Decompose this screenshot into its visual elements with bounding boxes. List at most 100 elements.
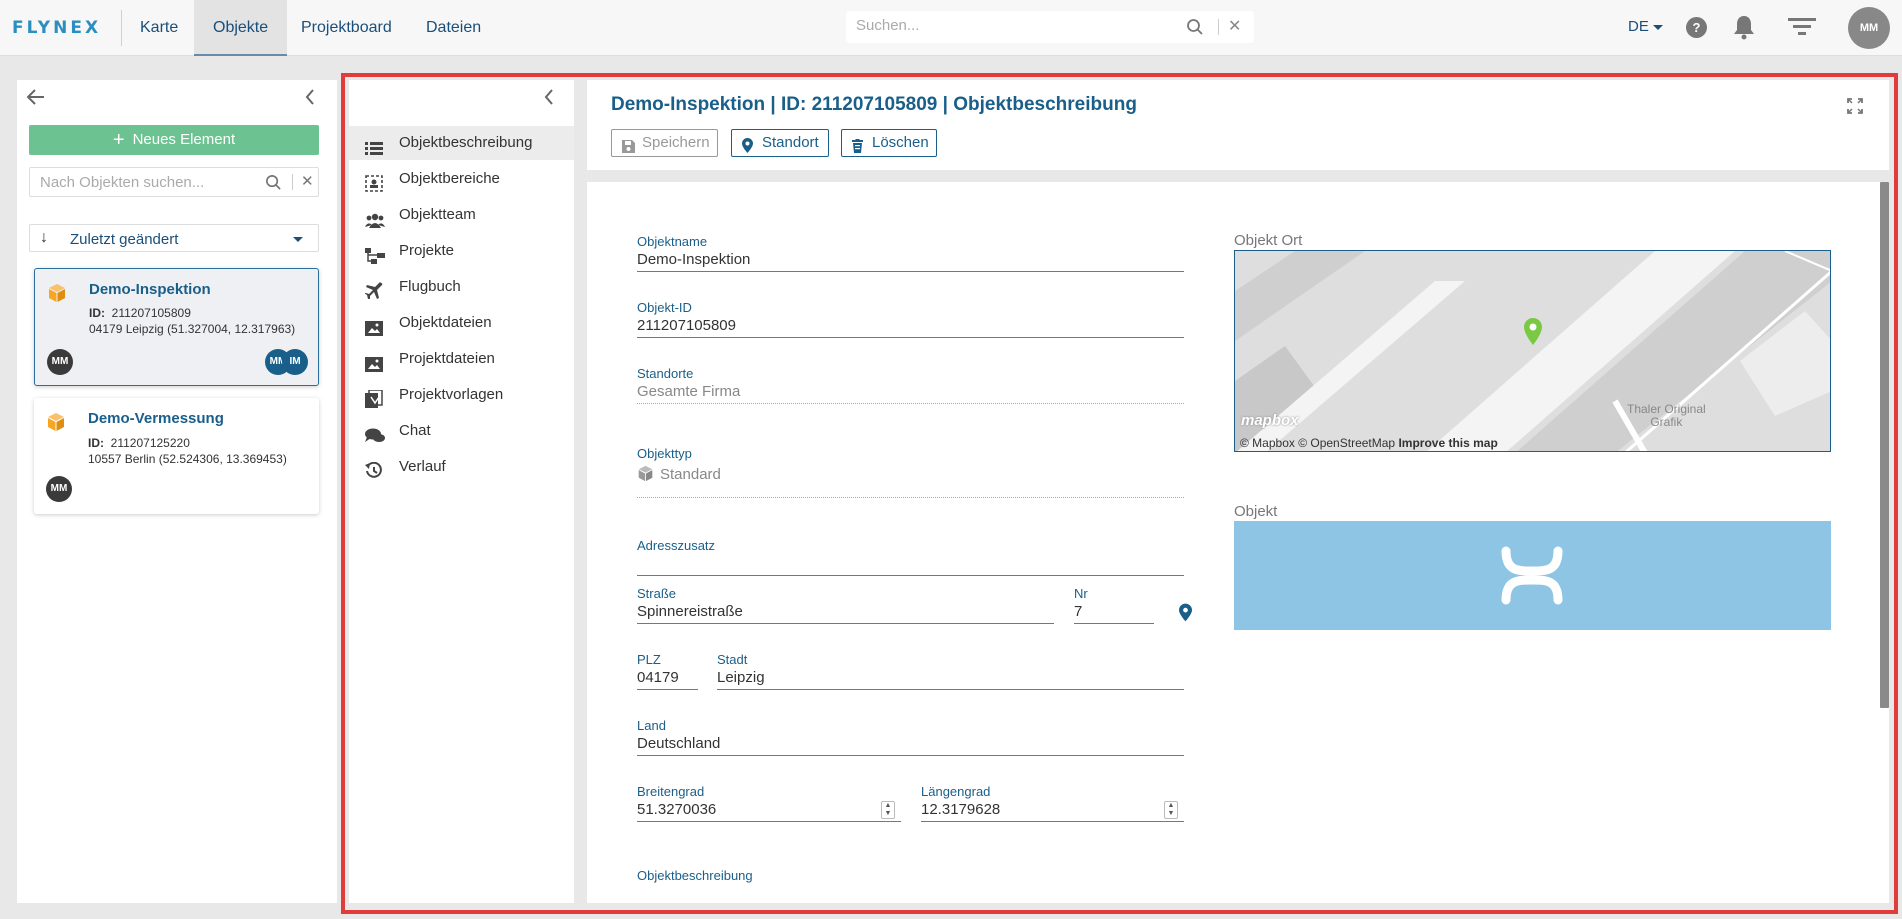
field-label: Land [637,718,666,733]
field-label: Nr [1074,586,1088,601]
chevron-down-icon [293,237,303,242]
card-id: ID: 211207105809 [89,306,191,320]
improve-map-link[interactable]: Improve this map [1398,436,1497,450]
clear-search-icon[interactable]: ✕ [1228,16,1241,36]
global-search: ✕ [846,11,1254,43]
menu-item-objektbereiche[interactable]: Objektbereiche [349,162,574,196]
language-value: DE [1628,18,1649,35]
tab-dateien[interactable]: Dateien [407,0,500,56]
laengengrad-value: 12.3179628 [921,801,1001,818]
collapse-panel-icon[interactable] [305,88,315,111]
field-label: Adresszusatz [637,538,716,553]
adresszusatz-field[interactable]: Adresszusatz [637,538,1184,576]
user-avatar[interactable]: MM [1848,7,1890,49]
cube-icon [47,283,67,306]
search-divider [292,174,293,190]
tab-objekte[interactable]: Objekte [194,0,288,56]
menu-item-projektvorlagen[interactable]: Projektvorlagen [349,378,574,412]
menu-item-projekte[interactable]: Projekte [349,234,574,268]
scrollbar[interactable] [1880,182,1889,708]
sort-select[interactable]: ↓ Zuletzt geändert [29,224,319,252]
nr-value: 7 [1074,603,1083,620]
standorte-value: Gesamte Firma [637,383,741,400]
object-search-input[interactable] [40,174,260,191]
menu-item-label: Objektbeschreibung [399,134,533,151]
stadt-field[interactable]: Stadt Leipzig [717,652,1184,690]
trash-icon [852,136,863,162]
objekt-id-value: 211207105809 [637,317,736,334]
number-stepper[interactable]: ▲ ▼ [1164,801,1178,819]
save-button[interactable]: Speichern [611,129,718,157]
menu-item-projektdateien[interactable]: Projektdateien [349,342,574,376]
language-select[interactable]: DE [1628,18,1663,35]
objekttyp-value: Standard [637,465,1184,485]
clear-search-icon[interactable]: ✕ [301,172,314,190]
fullscreen-icon[interactable] [1847,98,1863,117]
location-button[interactable]: Standort [731,129,829,157]
plus-icon: + [112,129,125,151]
field-label: Stadt [717,652,748,667]
objektbeschreibung-field[interactable]: Objektbeschreibung [637,868,753,883]
land-field[interactable]: Land Deutschland [637,718,1184,756]
objekt-image[interactable] [1234,521,1831,630]
strasse-value: Spinnereistraße [637,603,743,620]
tab-karte[interactable]: Karte [121,0,197,56]
cube-icon [637,465,654,486]
number-stepper[interactable]: ▲ ▼ [881,801,895,819]
card-address: 10557 Berlin (52.524306, 13.369453) [88,452,287,466]
back-arrow-icon[interactable] [26,88,45,111]
menu-item-objektteam[interactable]: Objektteam [349,198,574,232]
new-element-button[interactable]: + Neues Element [29,125,319,155]
objekt-id-field[interactable]: Objekt-ID 211207105809 [637,300,1184,338]
field-label: Objekttyp [637,446,692,461]
location-map[interactable]: mapbox Thaler Original Grafik © Mapbox © … [1234,250,1831,452]
card-title: Demo-Inspektion [89,281,211,298]
search-icon[interactable] [265,174,282,194]
laengengrad-field[interactable]: Längengrad 12.3179628 ▲ ▼ [921,784,1184,822]
objekttyp-text: Standard [660,466,721,483]
menu-item-label: Projekte [399,242,455,259]
menu-item-label: Objektbereiche [399,170,500,187]
map-pin-icon[interactable] [1179,603,1192,625]
object-card-demo-inspektion[interactable]: Demo-Inspektion ID: 211207105809 04179 L… [34,268,319,386]
filter-icon[interactable] [1788,16,1816,41]
bell-icon[interactable] [1733,14,1755,43]
menu-item-label: Chat [399,422,431,439]
map-attribution-text[interactable]: © Mapbox © OpenStreetMap [1240,436,1395,450]
global-search-input[interactable] [856,17,1176,34]
breitengrad-field[interactable]: Breitengrad 51.3270036 ▲ ▼ [637,784,901,822]
map-tiles [1235,251,1830,451]
map-pin-icon [742,136,753,162]
field-label: Objektname [637,234,708,249]
flynex-logo[interactable]: FLYNEX [12,18,101,38]
map-place-label: Thaler Original Grafik [1627,403,1706,429]
objekttyp-field[interactable]: Objekttyp Standard [637,446,1184,498]
objekt-image-label: Objekt [1234,503,1277,520]
objektname-field[interactable]: Objektname Demo-Inspektion [637,234,1184,272]
plz-field[interactable]: PLZ 04179 [637,652,698,690]
menu-item-flugbuch[interactable]: Flugbuch [349,270,574,304]
standorte-field[interactable]: Standorte Gesamte Firma [637,366,1184,404]
help-icon[interactable]: ? [1686,17,1707,38]
menu-item-objektbeschreibung[interactable]: Objektbeschreibung [349,126,574,160]
adresszusatz-value [637,555,1184,575]
object-card-demo-vermessung[interactable]: Demo-Vermessung ID: 211207125220 10557 B… [34,398,319,514]
floppy-icon [622,136,635,162]
tab-projektboard[interactable]: Projektboard [282,0,411,56]
stadt-value: Leipzig [717,669,765,686]
delete-button[interactable]: Löschen [841,129,937,157]
map-place-line: Grafik [1650,415,1683,429]
menu-item-objektdateien[interactable]: Objektdateien [349,306,574,340]
field-label: Objekt Ort [1234,232,1303,249]
location-label: Standort [762,134,819,151]
card-id-value: 211207105809 [111,306,191,320]
search-icon[interactable] [1186,18,1204,39]
card-title: Demo-Vermessung [88,410,224,427]
nr-field[interactable]: Nr 7 [1074,586,1154,624]
strasse-field[interactable]: Straße Spinnereistraße [637,586,1054,624]
mapbox-logo[interactable]: mapbox [1241,412,1299,429]
collapse-menu-icon[interactable] [544,88,554,111]
menu-item-chat[interactable]: Chat [349,414,574,448]
field-label: Objekt-ID [637,300,692,315]
menu-item-verlauf[interactable]: Verlauf [349,450,574,484]
